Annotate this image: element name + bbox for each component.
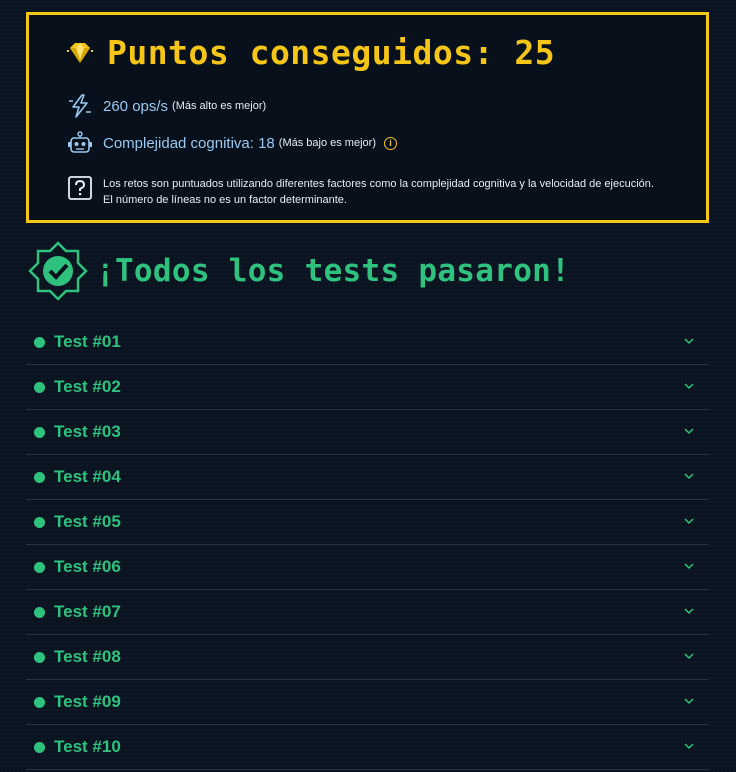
chevron-down-icon[interactable] [683, 425, 695, 437]
test-label: Test #08 [54, 647, 121, 666]
score-heading: Puntos conseguidos: 25 [67, 33, 555, 72]
status-dot [34, 561, 45, 573]
status-dot [34, 336, 45, 348]
test-row[interactable]: Test #02 [26, 365, 709, 410]
question-icon [68, 176, 92, 200]
chevron-down-icon[interactable] [683, 605, 695, 617]
chevron-down-icon[interactable] [683, 560, 695, 572]
chevron-down-icon[interactable] [683, 695, 695, 707]
test-label: Test #04 [54, 467, 121, 486]
test-label: Test #01 [54, 332, 121, 351]
test-row[interactable]: Test #05 [26, 500, 709, 545]
help-note: Los retos son puntuados utilizando difer… [67, 175, 663, 208]
test-label: Test #09 [54, 692, 121, 711]
result-heading: ¡Todos los tests pasaron! [28, 241, 570, 301]
ops-value: 260 ops/s [103, 97, 169, 115]
status-dot [34, 381, 45, 393]
complexity-metric: Complejidad cognitiva: 18 (Más bajo es m… [67, 130, 397, 156]
test-label: Test #06 [54, 557, 121, 576]
complexity-value: Complejidad cognitiva: 18 [103, 134, 275, 152]
chevron-down-icon[interactable] [683, 380, 695, 392]
test-row[interactable]: Test #03 [26, 410, 709, 455]
test-label: Test #02 [54, 377, 121, 396]
status-dot [34, 471, 45, 483]
status-dot [34, 516, 45, 528]
test-list: Test #01 Test #02 Test #03 Test #04 Test #05… [26, 320, 709, 770]
chevron-down-icon[interactable] [683, 650, 695, 662]
test-label: Test #05 [54, 512, 121, 531]
test-row[interactable]: Test #09 [26, 680, 709, 725]
complexity-note: (Más bajo es mejor) [278, 137, 376, 149]
chevron-down-icon[interactable] [683, 335, 695, 347]
test-row[interactable]: Test #04 [26, 455, 709, 500]
status-dot [34, 606, 45, 618]
gem-icon [67, 42, 93, 63]
test-row[interactable]: Test #08 [26, 635, 709, 680]
lightning-icon [69, 94, 91, 118]
status-dot [34, 741, 45, 753]
check-badge-icon [28, 241, 88, 301]
info-icon[interactable]: i [383, 136, 397, 150]
test-row[interactable]: Test #01 [26, 320, 709, 365]
test-label: Test #10 [54, 737, 121, 756]
test-row[interactable]: Test #06 [26, 545, 709, 590]
status-dot [34, 426, 45, 438]
chevron-down-icon[interactable] [683, 515, 695, 527]
status-dot [34, 651, 45, 663]
chevron-down-icon[interactable] [683, 740, 695, 752]
ops-note: (Más alto es mejor) [172, 100, 267, 112]
score-title: Puntos conseguidos: 25 [107, 33, 556, 72]
help-text: Los retos son puntuados utilizando difer… [103, 178, 654, 206]
score-panel: Puntos conseguidos: 25 260 ops/s (Más al… [26, 12, 709, 223]
status-dot [34, 696, 45, 708]
chevron-down-icon[interactable] [683, 470, 695, 482]
ops-metric: 260 ops/s (Más alto es mejor) [67, 93, 266, 119]
test-label: Test #03 [54, 422, 121, 441]
test-label: Test #07 [54, 602, 121, 621]
test-row[interactable]: Test #10 [26, 725, 709, 770]
robot-icon [68, 131, 92, 153]
result-title: ¡Todos los tests pasaron! [96, 253, 571, 289]
test-row[interactable]: Test #07 [26, 590, 709, 635]
